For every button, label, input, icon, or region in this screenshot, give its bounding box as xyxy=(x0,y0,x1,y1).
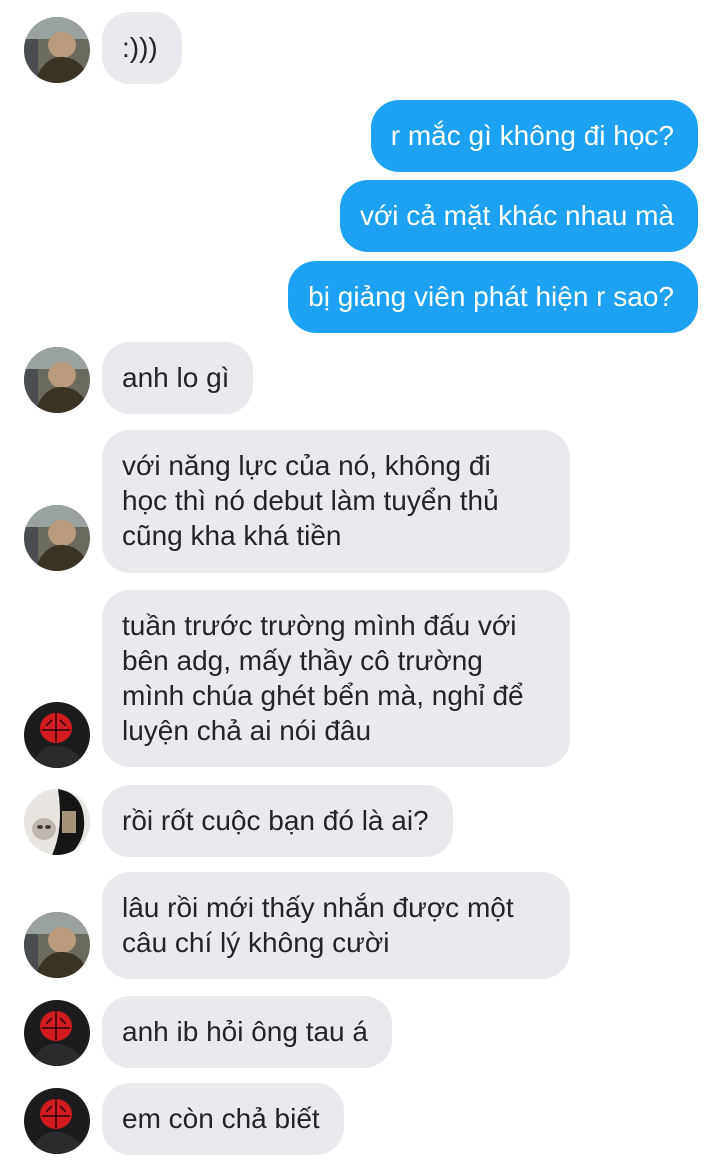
message-text: với cả mặt khác nhau mà xyxy=(359,200,674,231)
message-text: bị giảng viên phát hiện r sao? xyxy=(308,281,674,312)
incoming-message: với năng lực của nó, không đi học thì nó… xyxy=(102,430,570,573)
incoming-message: :))) xyxy=(102,12,182,84)
message-line: luyện chả ai nói đâu xyxy=(122,715,372,746)
message-line: học thì nó debut làm tuyển thủ xyxy=(122,485,499,516)
incoming-message: anh lo gì xyxy=(102,342,254,414)
avatar-user-a[interactable] xyxy=(24,347,90,413)
incoming-message: anh ib hỏi ông tau á xyxy=(102,996,392,1068)
message-text: rồi rốt cuộc bạn đó là ai? xyxy=(122,805,429,836)
message-line: tuần trước trường mình đấu với xyxy=(122,610,517,641)
message-text: anh lo gì xyxy=(122,362,230,393)
outgoing-message: với cả mặt khác nhau mà xyxy=(339,180,698,252)
outgoing-message: r mắc gì không đi học? xyxy=(370,100,698,172)
message-text: :))) xyxy=(122,32,158,63)
avatar-user-a[interactable] xyxy=(24,17,90,83)
message-text: em còn chả biết xyxy=(122,1103,320,1134)
avatar-user-c[interactable] xyxy=(24,789,90,855)
message-text: anh ib hỏi ông tau á xyxy=(122,1016,368,1047)
message-line: lâu rồi mới thấy nhắn được một xyxy=(122,892,514,923)
avatar-user-b[interactable] xyxy=(24,1088,90,1154)
avatar-user-b[interactable] xyxy=(24,702,90,768)
avatar-user-a[interactable] xyxy=(24,505,90,571)
message-line: mình chúa ghét bển mà, nghỉ để xyxy=(122,680,524,711)
incoming-message: lâu rồi mới thấy nhắn được một câu chí l… xyxy=(102,872,570,979)
message-line: cũng kha khá tiền xyxy=(122,520,342,551)
message-line: bên adg, mấy thầy cô trường xyxy=(122,645,483,676)
incoming-message: rồi rốt cuộc bạn đó là ai? xyxy=(102,785,453,857)
incoming-message: tuần trước trường mình đấu với bên adg, … xyxy=(102,590,570,767)
avatar-user-b[interactable] xyxy=(24,1000,90,1066)
avatar-user-a[interactable] xyxy=(24,912,90,978)
message-line: với năng lực của nó, không đi xyxy=(122,450,491,481)
outgoing-message: bị giảng viên phát hiện r sao? xyxy=(288,261,698,333)
message-line: câu chí lý không cười xyxy=(122,927,390,958)
message-text: r mắc gì không đi học? xyxy=(390,120,674,151)
incoming-message: em còn chả biết xyxy=(102,1083,344,1155)
